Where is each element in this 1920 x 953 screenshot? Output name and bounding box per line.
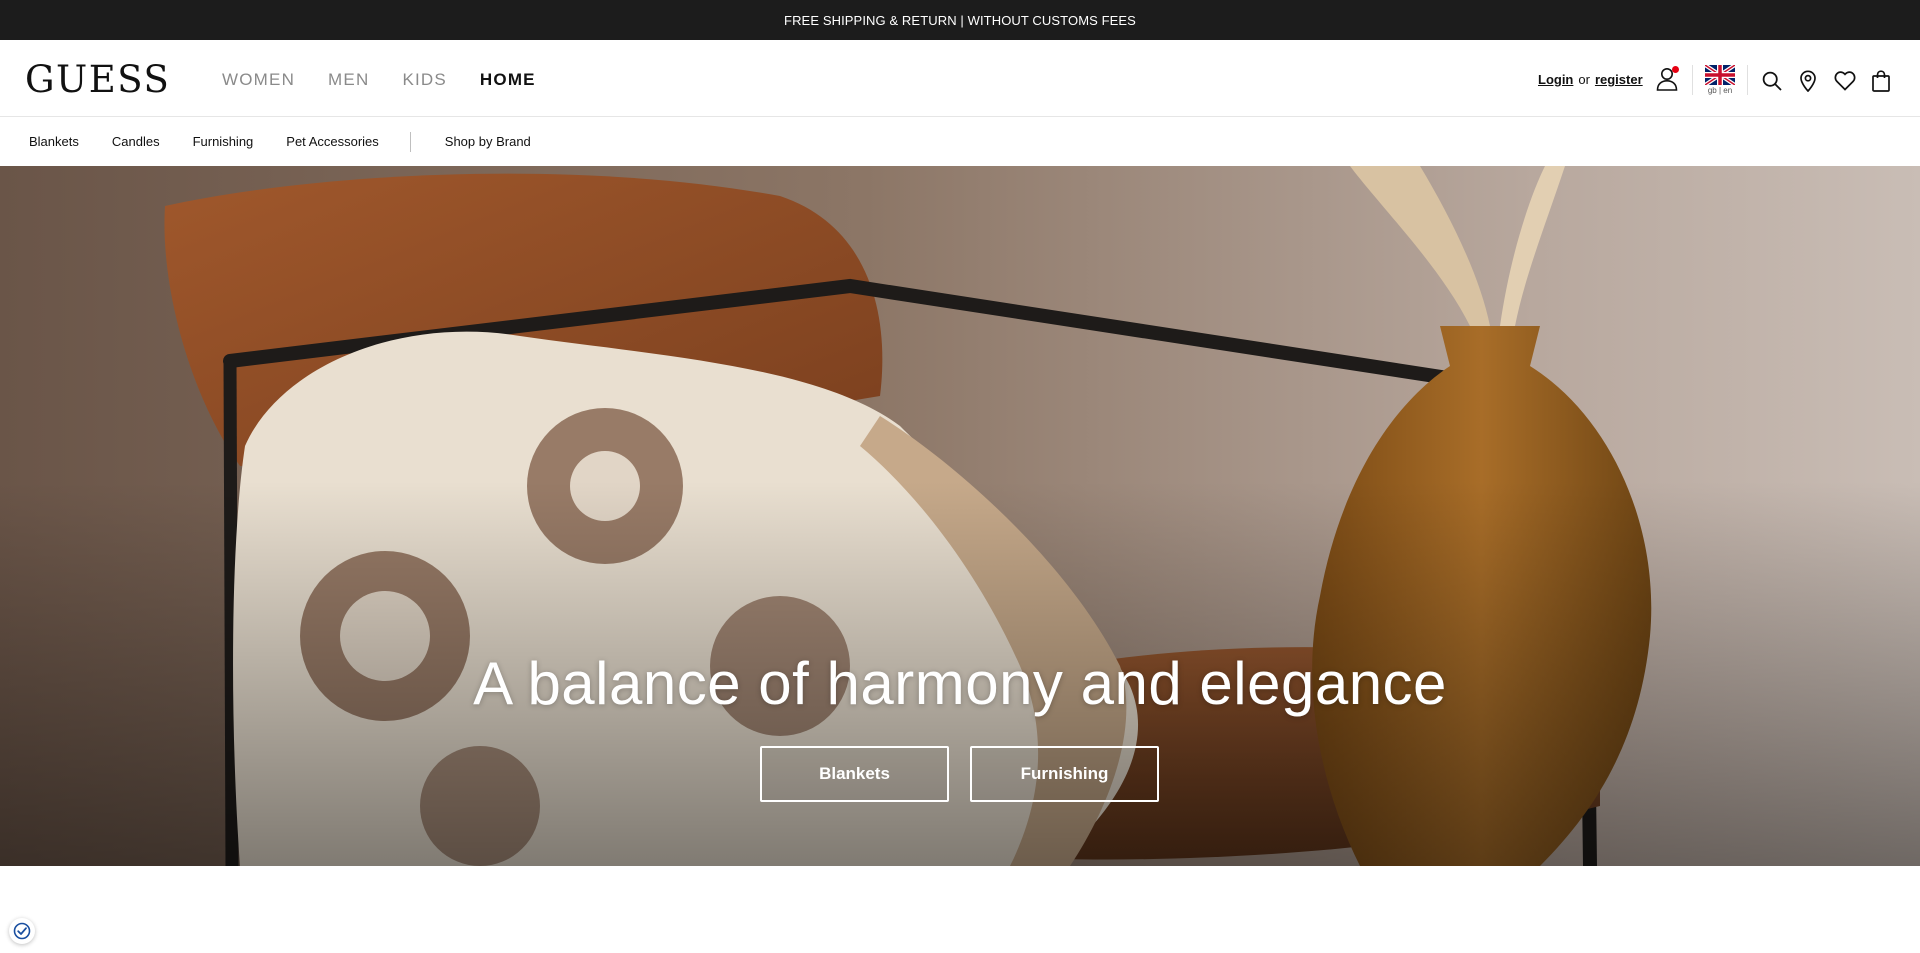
subnav-blankets[interactable]: Blankets xyxy=(29,134,79,149)
promo-bar: FREE SHIPPING & RETURN | WITHOUT CUSTOMS… xyxy=(0,0,1920,40)
bag-icon[interactable] xyxy=(1870,69,1892,93)
subnav-candles[interactable]: Candles xyxy=(112,134,160,149)
main-nav: WOMEN MEN KIDS HOME xyxy=(222,70,569,90)
locale-label: gb | en xyxy=(1707,86,1733,95)
shield-check-icon xyxy=(13,922,31,940)
subnav-shop-by-brand[interactable]: Shop by Brand xyxy=(445,134,531,149)
notification-dot xyxy=(1672,66,1679,73)
search-icon[interactable] xyxy=(1761,70,1783,92)
hero-title: A balance of harmony and elegance xyxy=(473,650,1447,717)
hero-furnishing-button[interactable]: Furnishing xyxy=(970,746,1159,802)
subnav-furnishing[interactable]: Furnishing xyxy=(193,134,254,149)
hero-image xyxy=(0,166,1920,866)
header-divider xyxy=(1692,65,1693,95)
location-icon[interactable] xyxy=(1798,69,1818,93)
brand-logo[interactable]: GUESS xyxy=(25,60,170,100)
account-links: Login or register xyxy=(1538,72,1643,88)
promo-text: FREE SHIPPING & RETURN | WITHOUT CUSTOMS… xyxy=(784,12,1136,28)
user-icon[interactable] xyxy=(1655,66,1679,92)
login-link[interactable]: Login xyxy=(1538,72,1573,88)
subnav-pet-accessories[interactable]: Pet Accessories xyxy=(286,134,379,149)
cookie-consent-badge[interactable] xyxy=(9,918,35,944)
heart-icon[interactable] xyxy=(1833,70,1857,92)
subnav-divider xyxy=(409,131,411,152)
nav-women[interactable]: WOMEN xyxy=(222,70,295,90)
hero-blankets-button[interactable]: Blankets xyxy=(760,746,949,802)
uk-flag-icon xyxy=(1703,63,1737,87)
locale-selector[interactable]: gb | en xyxy=(1703,63,1737,99)
site-header: GUESS WOMEN MEN KIDS HOME Login or regis… xyxy=(0,40,1920,117)
category-subnav: Blankets Candles Furnishing Pet Accessor… xyxy=(0,117,1920,166)
nav-men[interactable]: MEN xyxy=(328,70,369,90)
or-text: or xyxy=(1578,72,1590,87)
hero-banner[interactable]: A balance of harmony and elegance Blanke… xyxy=(0,166,1920,866)
register-link[interactable]: register xyxy=(1595,72,1643,88)
nav-kids[interactable]: KIDS xyxy=(402,70,446,90)
nav-home[interactable]: HOME xyxy=(480,70,536,90)
header-divider xyxy=(1747,65,1748,95)
